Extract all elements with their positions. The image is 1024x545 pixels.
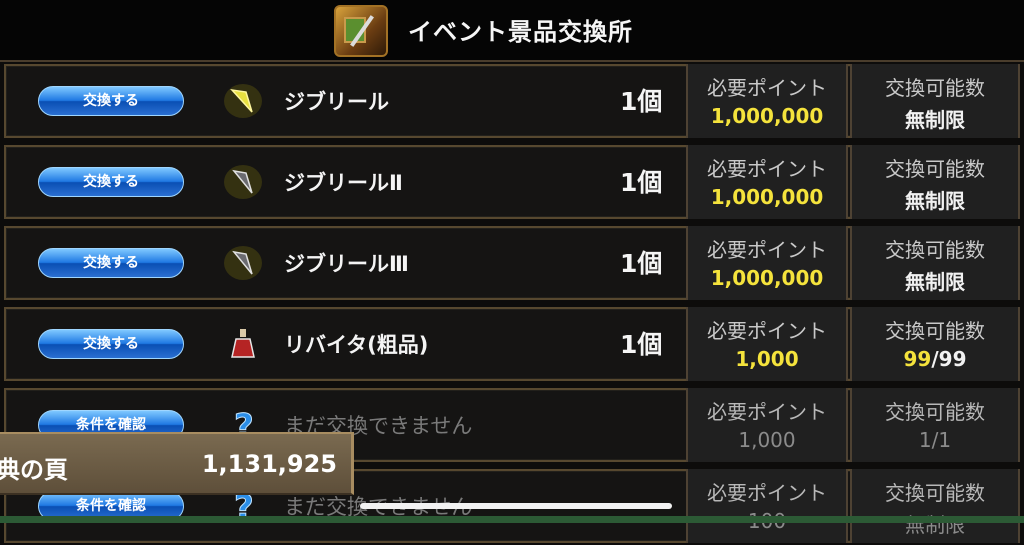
owned-points-value: 1,131,925: [201, 450, 337, 478]
required-points-panel: 必要ポイント 1,000,000: [686, 226, 848, 300]
required-points-label: 必要ポイント: [707, 400, 827, 424]
required-points-label: 必要ポイント: [707, 319, 827, 343]
header-bar: イベント景品交換所: [0, 0, 1024, 62]
required-points-panel: 必要ポイント 1,000: [686, 388, 848, 462]
required-points-value: 1,000: [735, 347, 799, 371]
exchange-limit-value: 無制限: [905, 270, 965, 294]
exchange-row: 交換する ジブリール 1個 必要ポイント 1,000,000 交換可能数 無制限: [0, 62, 1024, 140]
required-points-value: 1,000,000: [710, 266, 824, 290]
required-points-panel: 必要ポイント 1,000,000: [686, 145, 848, 219]
bottom-stripe: [0, 516, 1024, 523]
item-name: ジブリール: [284, 90, 389, 114]
exchange-limit-value: 無制限: [905, 513, 965, 537]
gem-silver-icon: [224, 246, 262, 280]
item-quantity: 1個: [620, 249, 663, 278]
required-points-panel: 必要ポイント 1,000: [686, 307, 848, 381]
gem-yellow-icon: [224, 84, 262, 118]
exchange-button[interactable]: 交換する: [38, 329, 184, 359]
exchange-limit-label: 交換可能数: [885, 319, 985, 343]
exchange-limit-panel: 交換可能数 無制限: [850, 64, 1020, 138]
item-name: リバイタ(粗品): [284, 333, 429, 357]
potion-icon: [231, 329, 255, 358]
home-indicator[interactable]: [360, 503, 672, 509]
exchange-row: 交換する ジブリールⅢ 1個 必要ポイント 1,000,000 交換可能数 無制…: [0, 224, 1024, 302]
exchange-limit-max: /99: [931, 347, 967, 371]
required-points-panel: 必要ポイント 100: [686, 469, 848, 543]
exchange-limit-label: 交換可能数: [885, 400, 985, 424]
required-points-panel: 必要ポイント 1,000,000: [686, 64, 848, 138]
required-points-label: 必要ポイント: [707, 481, 827, 505]
exchange-limit-current: 99: [903, 347, 932, 371]
exchange-button[interactable]: 交換する: [38, 167, 184, 197]
item-quantity: 1個: [620, 87, 663, 116]
exchange-limit-value: 1/1: [918, 428, 952, 452]
required-points-label: 必要ポイント: [707, 238, 827, 262]
item-name: ジブリールⅢ: [284, 252, 409, 276]
item-quantity: 1個: [620, 168, 663, 197]
gem-silver-icon: [224, 165, 262, 199]
exchange-row: 交換する リバイタ(粗品) 1個 必要ポイント 1,000 交換可能数 99/9…: [0, 305, 1024, 383]
exchange-limit-panel: 交換可能数 無制限: [850, 226, 1020, 300]
exchange-limit-label: 交換可能数: [885, 481, 985, 505]
exchange-limit-value: 99/99: [852, 347, 1018, 371]
required-points-value: 1,000: [738, 428, 796, 452]
exchange-button[interactable]: 交換する: [38, 86, 184, 116]
item-name: ジブリールⅡ: [284, 171, 403, 195]
exchange-limit-panel: 交換可能数 無制限: [850, 145, 1020, 219]
exchange-limit-label: 交換可能数: [885, 76, 985, 100]
exchange-limit-label: 交換可能数: [885, 238, 985, 262]
exchange-button[interactable]: 交換する: [38, 248, 184, 278]
exchange-limit-value: 無制限: [905, 189, 965, 213]
owned-points-bar: 典の頁 1,131,925: [0, 432, 354, 495]
item-quantity: 1個: [620, 330, 663, 359]
page-title: イベント景品交換所: [408, 18, 633, 46]
exchange-limit-label: 交換可能数: [885, 157, 985, 181]
exchange-limit-panel: 交換可能数 1/1: [850, 388, 1020, 462]
required-points-label: 必要ポイント: [707, 76, 827, 100]
exchange-limit-value: 無制限: [905, 108, 965, 132]
treasure-box-icon: [334, 5, 388, 57]
owned-points-label: 典の頁: [0, 456, 68, 484]
exchange-limit-panel: 交換可能数 無制限: [850, 469, 1020, 543]
required-points-value: 1,000,000: [710, 104, 824, 128]
exchange-limit-panel: 交換可能数 99/99: [850, 307, 1020, 381]
required-points-label: 必要ポイント: [707, 157, 827, 181]
required-points-value: 1,000,000: [710, 185, 824, 209]
exchange-row: 交換する ジブリールⅡ 1個 必要ポイント 1,000,000 交換可能数 無制…: [0, 143, 1024, 221]
